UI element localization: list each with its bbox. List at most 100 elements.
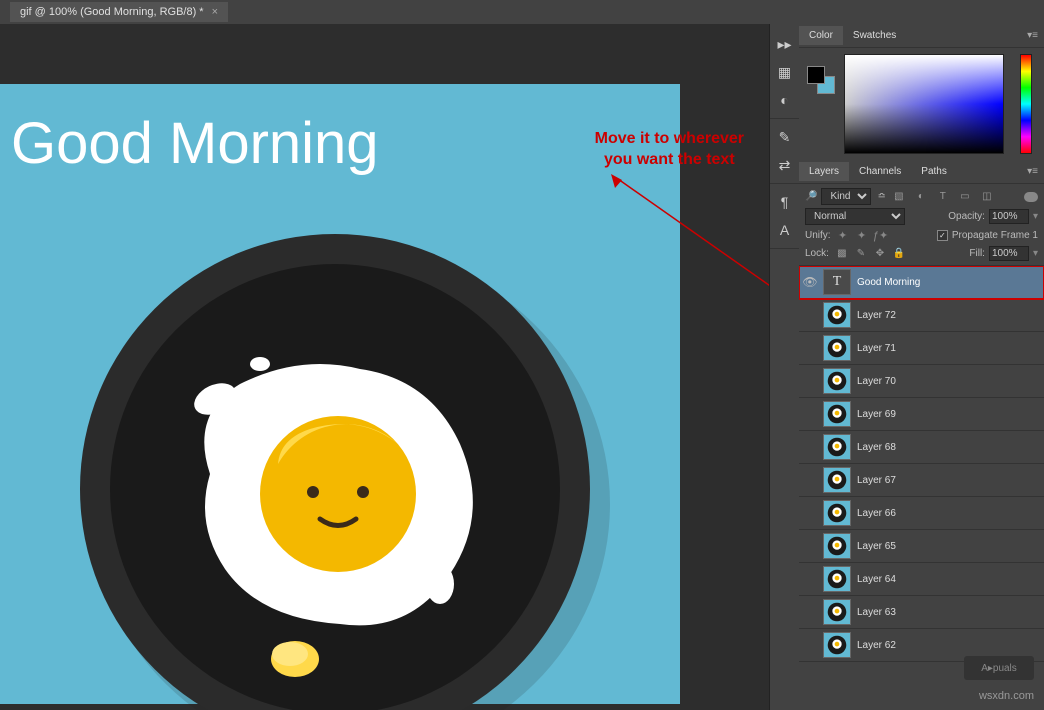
image-layer-thumb[interactable] xyxy=(823,467,851,493)
visibility-toggle[interactable]: 👁 xyxy=(803,275,817,289)
layer-name[interactable]: Layer 70 xyxy=(857,376,896,387)
image-layer-thumb[interactable] xyxy=(823,566,851,592)
visibility-toggle[interactable] xyxy=(803,473,817,487)
document-tab-bar: gif @ 100% (Good Morning, RGB/8) * × xyxy=(0,0,1044,24)
lock-pixels-icon[interactable]: ▩ xyxy=(833,245,851,261)
layer-row[interactable]: Layer 69 xyxy=(799,398,1044,431)
visibility-toggle[interactable] xyxy=(803,374,817,388)
image-layer-thumb[interactable] xyxy=(823,368,851,394)
hue-slider[interactable] xyxy=(1020,54,1032,154)
dropdown-icon[interactable]: ▾ xyxy=(1033,211,1038,222)
tab-channels[interactable]: Channels xyxy=(849,162,911,181)
filter-kind-value: ≏ xyxy=(877,191,885,202)
filter-toggle[interactable] xyxy=(1024,192,1038,202)
document-tab[interactable]: gif @ 100% (Good Morning, RGB/8) * × xyxy=(10,2,228,22)
tab-title: gif @ 100% (Good Morning, RGB/8) * xyxy=(20,6,204,18)
vertical-toolbar: ▸▸ ▦ ◐ ✎ ⇄ ¶ A xyxy=(769,24,799,710)
image-layer-thumb[interactable] xyxy=(823,335,851,361)
paragraph-icon[interactable]: ¶ xyxy=(772,188,798,216)
image-layer-thumb[interactable] xyxy=(823,302,851,328)
properties-icon[interactable]: ▦ xyxy=(772,58,798,86)
visibility-toggle[interactable] xyxy=(803,506,817,520)
history-icon[interactable]: ▸▸ xyxy=(772,30,798,58)
panel-menu-icon[interactable]: ▾≡ xyxy=(1021,166,1044,177)
filter-adjust-icon[interactable]: ◐ xyxy=(912,189,930,205)
tab-layers[interactable]: Layers xyxy=(799,162,849,181)
image-layer-thumb[interactable] xyxy=(823,632,851,658)
blend-mode-select[interactable]: Normal xyxy=(805,208,905,225)
panel-menu-icon[interactable]: ▾≡ xyxy=(1021,30,1044,41)
swatches-icon[interactable]: ⇄ xyxy=(772,151,798,179)
unify-position-icon[interactable]: ✦ xyxy=(835,228,851,242)
layer-row[interactable]: Layer 68 xyxy=(799,431,1044,464)
visibility-toggle[interactable] xyxy=(803,605,817,619)
artwork-frying-pan xyxy=(60,214,620,710)
filter-kind-select[interactable]: Kind xyxy=(821,188,871,205)
lock-brush-icon[interactable]: ✎ xyxy=(852,245,870,261)
image-layer-thumb[interactable] xyxy=(823,401,851,427)
fill-label: Fill: xyxy=(969,248,985,259)
layer-row[interactable]: Layer 65 xyxy=(799,530,1044,563)
visibility-toggle[interactable] xyxy=(803,407,817,421)
visibility-toggle[interactable] xyxy=(803,572,817,586)
layer-row[interactable]: Layer 64 xyxy=(799,563,1044,596)
visibility-toggle[interactable] xyxy=(803,440,817,454)
filter-smart-icon[interactable]: ◫ xyxy=(978,189,996,205)
opacity-input[interactable] xyxy=(989,209,1029,224)
layer-name[interactable]: Layer 64 xyxy=(857,574,896,585)
layer-name[interactable]: Layer 67 xyxy=(857,475,896,486)
lock-all-icon[interactable]: 🔒 xyxy=(890,245,908,261)
layer-name[interactable]: Layer 65 xyxy=(857,541,896,552)
layer-row[interactable]: Layer 63 xyxy=(799,596,1044,629)
close-icon[interactable]: × xyxy=(212,6,218,18)
foreground-color-swatch[interactable] xyxy=(807,66,825,84)
lock-position-icon[interactable]: ✥ xyxy=(871,245,889,261)
layer-row[interactable]: Layer 71 xyxy=(799,332,1044,365)
visibility-toggle[interactable] xyxy=(803,539,817,553)
annotation-text: Move it to wherever you want the text xyxy=(595,129,744,171)
adjustments-icon[interactable]: ◐ xyxy=(772,86,798,114)
layer-row[interactable]: Layer 70 xyxy=(799,365,1044,398)
fill-input[interactable] xyxy=(989,246,1029,261)
propagate-checkbox[interactable]: ✓ xyxy=(937,230,948,241)
unify-visibility-icon[interactable]: ✦ xyxy=(854,228,870,242)
canvas[interactable]: Good Morning xyxy=(0,84,680,704)
character-icon[interactable]: A xyxy=(772,216,798,244)
canvas-workspace[interactable]: Good Morning Move it to wherever you w xyxy=(0,24,769,710)
layer-row[interactable]: Layer 72 xyxy=(799,299,1044,332)
tab-swatches[interactable]: Swatches xyxy=(843,26,906,45)
image-layer-thumb[interactable] xyxy=(823,599,851,625)
color-field[interactable] xyxy=(844,54,1004,154)
tab-paths[interactable]: Paths xyxy=(911,162,957,181)
layer-name[interactable]: Layer 62 xyxy=(857,640,896,651)
layer-row[interactable]: Layer 67 xyxy=(799,464,1044,497)
layer-name[interactable]: Layer 72 xyxy=(857,310,896,321)
text-layer-thumb[interactable]: T xyxy=(823,269,851,295)
brush-icon[interactable]: ✎ xyxy=(772,123,798,151)
layer-name[interactable]: Layer 68 xyxy=(857,442,896,453)
filter-image-icon[interactable]: ▧ xyxy=(890,189,908,205)
image-layer-thumb[interactable] xyxy=(823,434,851,460)
visibility-toggle[interactable] xyxy=(803,638,817,652)
lock-label: Lock: xyxy=(805,248,829,259)
layer-name[interactable]: Layer 66 xyxy=(857,508,896,519)
image-layer-thumb[interactable] xyxy=(823,500,851,526)
layer-row[interactable]: Layer 66 xyxy=(799,497,1044,530)
layer-name[interactable]: Layer 69 xyxy=(857,409,896,420)
image-layer-thumb[interactable] xyxy=(823,533,851,559)
filter-kind-icon[interactable]: 🔎 xyxy=(805,191,817,202)
layer-name[interactable]: Layer 71 xyxy=(857,343,896,354)
visibility-toggle[interactable] xyxy=(803,341,817,355)
unify-style-icon[interactable]: ƒ✦ xyxy=(873,228,889,242)
filter-shape-icon[interactable]: ▭ xyxy=(956,189,974,205)
tab-color[interactable]: Color xyxy=(799,26,843,45)
filter-type-icon[interactable]: T xyxy=(934,189,952,205)
layer-name[interactable]: Layer 63 xyxy=(857,607,896,618)
visibility-toggle[interactable] xyxy=(803,308,817,322)
unify-label: Unify: xyxy=(805,230,831,241)
layer-list: 👁 T Good Morning Layer 72 Layer 71 Layer 70 La… xyxy=(799,266,1044,710)
layer-name[interactable]: Good Morning xyxy=(857,277,920,288)
text-layer-content[interactable]: Good Morning xyxy=(10,109,380,178)
layer-row[interactable]: 👁 T Good Morning xyxy=(799,266,1044,299)
dropdown-icon[interactable]: ▾ xyxy=(1033,248,1038,259)
